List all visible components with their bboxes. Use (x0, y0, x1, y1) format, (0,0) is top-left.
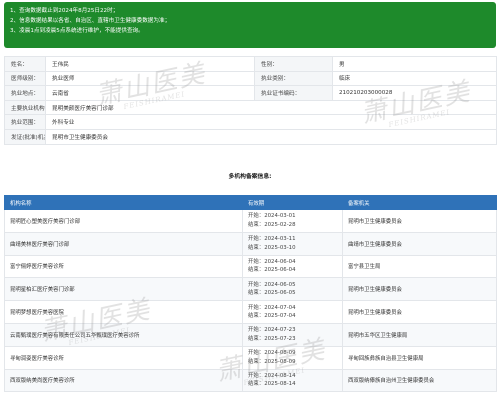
cert-value: 210210203000028 (332, 85, 497, 101)
registry-validity: 开始：2024-06-04 结束：2025-06-04 (242, 254, 343, 279)
validity-end: 结束：2025-08-14 (248, 381, 296, 388)
registry-validity: 开始：2024-03-01 结束：2025-02-28 (242, 209, 343, 233)
info-row: 执业地点： 云南省 执业证书编码： 210210203000028 (4, 85, 497, 101)
validity-start: 开始：2024-03-11 (248, 236, 296, 243)
validity-end: 结束：2025-06-05 (248, 290, 296, 297)
registry-authority: 昆明市卫生健康委员会 (342, 277, 497, 302)
registry-row: 富宁俪婷医疗美容诊所 开始：2024-06-04 结束：2025-06-04 富宁县卫… (4, 254, 497, 279)
org-value: 昆明美颜医疗美容门诊部 (45, 99, 497, 116)
validity-start: 开始：2024-06-05 (248, 281, 296, 288)
validity-start: 开始：2024-08-14 (248, 372, 296, 379)
registry-org-name: 曲靖美林医疗美容门诊部 (4, 231, 243, 256)
validity-end: 结束：2025-07-23 (248, 335, 296, 342)
registry-org-name: 昆明梦想医疗美容医院 (4, 300, 243, 324)
registry-authority: 富宁县卫生局 (342, 254, 497, 279)
registry-validity: 开始：2024-07-04 结束：2025-07-04 (242, 300, 343, 324)
validity-end: 结束：2025-06-04 (248, 267, 296, 274)
scope-label: 执业范围： (4, 114, 46, 130)
registry-row: 云南甄璞医疗美容有限责任公司五华甄璞医疗美容诊所 开始：2024-07-23 结束：… (4, 322, 497, 347)
validity-start: 开始：2024-06-04 (248, 258, 296, 265)
gender-label: 性别： (254, 56, 333, 72)
header-authority: 备案机关 (342, 195, 497, 210)
authority-value: 昆明市卫生健康委员会 (45, 128, 497, 145)
registry-validity: 开始：2024-08-14 结束：2025-08-14 (242, 368, 343, 393)
validity-end: 结束：2025-08-09 (248, 358, 296, 365)
location-value: 云南省 (45, 85, 255, 101)
registry-row: 昆明星柏汇医疗美容门诊部 开始：2024-06-05 结束：2025-06-05 昆明… (4, 277, 497, 302)
registry-authority: 西双版纳傣族自治州卫生健康委员会 (342, 368, 497, 393)
registry-org-name: 寻甸润姿医疗美容诊所 (4, 345, 243, 370)
registry-org-name: 云南甄璞医疗美容有限责任公司五华甄璞医疗美容诊所 (4, 322, 243, 347)
name-label: 姓名： (4, 56, 46, 72)
info-row: 执业范围： 外科专业 (4, 114, 497, 130)
category-label: 执业类别： (254, 70, 333, 87)
notice-line-3: 3、凌晨1点到凌晨5点系统进行维护，不能提供查询。 (10, 28, 144, 34)
registry-authority: 昆明市卫生健康委员会 (342, 209, 497, 233)
validity-start: 开始：2024-07-04 (248, 304, 296, 311)
registry-authority: 昆明市五华区卫生健康局 (342, 322, 497, 347)
validity-start: 开始：2024-08-09 (248, 350, 296, 357)
registry-table: 机构名称 有效期 备案机关 昆明匠心塑美医疗美容门诊部 开始：2024-03-01… (4, 195, 497, 393)
notice-banner: 1、查询数据截止到2024年8月25日22时； 2、信息数据结果以各省、自治区、… (4, 2, 496, 48)
registry-row: 昆明梦想医疗美容医院 开始：2024-07-04 结束：2025-07-04 昆明市卫… (4, 300, 497, 324)
registry-validity: 开始：2024-03-11 结束：2025-03-10 (242, 231, 343, 256)
registry-validity: 开始：2024-06-05 结束：2025-06-05 (242, 277, 343, 302)
validity-end: 结束：2025-03-10 (248, 244, 296, 251)
registry-row: 曲靖美林医疗美容门诊部 开始：2024-03-11 结束：2025-03-10 曲靖市… (4, 231, 497, 256)
registry-title: 多机构备案信息: (228, 174, 272, 180)
validity-end: 结束：2025-07-04 (248, 313, 296, 320)
name-value: 王伟民 (45, 56, 255, 72)
header-validity: 有效期 (242, 195, 343, 210)
registry-org-name: 昆明星柏汇医疗美容门诊部 (4, 277, 243, 302)
info-row: 发证(批准)机关： 昆明市卫生健康委员会 (4, 128, 497, 145)
scope-value: 外科专业 (45, 114, 497, 130)
info-row: 医师级别： 执业医师 执业类别： 临床 (4, 70, 497, 87)
registry-validity: 开始：2024-07-23 结束：2025-07-23 (242, 322, 343, 347)
validity-start: 开始：2024-03-01 (248, 213, 296, 220)
registry-row: 西双版纳美尚医疗美容诊所 开始：2024-08-14 结束：2025-08-14 西双… (4, 368, 497, 393)
doctor-info-table: 姓名： 王伟民 性别： 男 医师级别： 执业医师 执业类别： 临床 执业地点： … (4, 56, 497, 145)
org-label: 主要执业机构： (4, 99, 46, 116)
category-value: 临床 (332, 70, 497, 87)
cert-label: 执业证书编码： (254, 85, 333, 101)
notice-line-1: 1、查询数据截止到2024年8月25日22时； (10, 8, 119, 14)
authority-label: 发证(批准)机关： (4, 128, 46, 145)
registry-authority: 曲靖市卫生健康委员会 (342, 231, 497, 256)
registry-org-name: 昆明匠心塑美医疗美容门诊部 (4, 209, 243, 233)
level-value: 执业医师 (45, 70, 255, 87)
info-row: 姓名： 王伟民 性别： 男 (4, 56, 497, 72)
registry-row: 昆明匠心塑美医疗美容门诊部 开始：2024-03-01 结束：2025-02-28 昆… (4, 209, 497, 233)
registry-header-row: 机构名称 有效期 备案机关 (4, 195, 497, 210)
registry-row: 寻甸润姿医疗美容诊所 开始：2024-08-09 结束：2025-08-09 寻甸回族… (4, 345, 497, 370)
registry-authority: 寻甸回族彝族自治县卫生健康局 (342, 345, 497, 370)
header-org-name: 机构名称 (4, 195, 243, 210)
location-label: 执业地点： (4, 85, 46, 101)
registry-org-name: 西双版纳美尚医疗美容诊所 (4, 368, 243, 393)
info-row: 主要执业机构： 昆明美颜医疗美容门诊部 (4, 99, 497, 116)
registry-org-name: 富宁俪婷医疗美容诊所 (4, 254, 243, 279)
registry-validity: 开始：2024-08-09 结束：2025-08-09 (242, 345, 343, 370)
validity-end: 结束：2025-02-28 (248, 221, 296, 228)
registry-authority: 昆明市卫生健康委员会 (342, 300, 497, 324)
gender-value: 男 (332, 56, 497, 72)
validity-start: 开始：2024-07-23 (248, 327, 296, 334)
level-label: 医师级别： (4, 70, 46, 87)
notice-line-2: 2、信息数据结果以各省、自治区、直辖市卫生健康委数据为准； (10, 18, 171, 24)
